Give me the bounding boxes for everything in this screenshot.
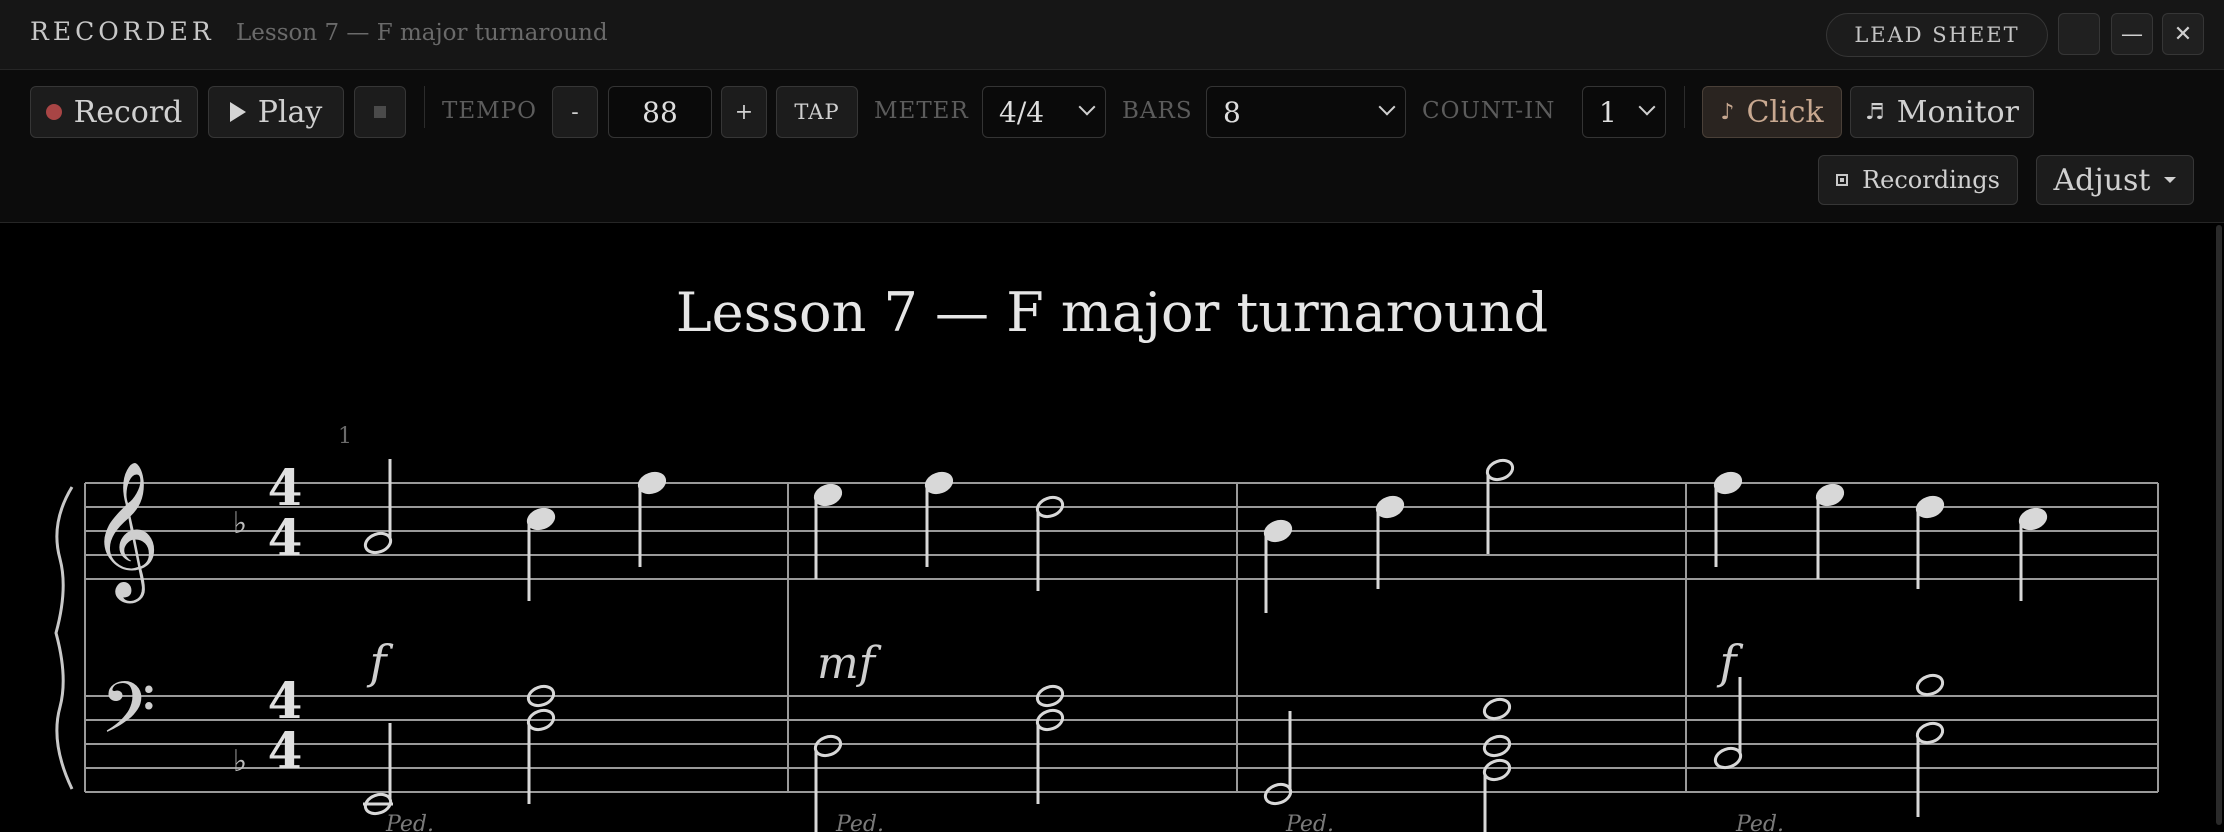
- pedal-marking: Ped.: [835, 812, 884, 832]
- chevron-down-icon: [1638, 98, 1656, 116]
- dynamic-marking: mf: [817, 638, 882, 689]
- toolbar: Record Play TEMPO - 88 + TAP METER 4/4 B…: [0, 70, 2224, 223]
- pedal-marking: Ped.: [385, 812, 434, 832]
- separator: [424, 86, 425, 128]
- monitor-toggle-button[interactable]: ♬ Monitor: [1850, 86, 2034, 138]
- time-signature-bottom-bass: 4: [268, 721, 303, 780]
- pedal-marking: Ped.: [1285, 812, 1334, 832]
- staff-lines: [85, 482, 2158, 793]
- play-icon: [229, 102, 246, 122]
- meter-select[interactable]: 4/4: [982, 86, 1106, 138]
- recordings-square-icon: [1836, 174, 1849, 186]
- score-canvas: 𝄞 𝄢 ♭ ♭ 4 4 4 4 1 f mf f Ped. Ped. Ped. …: [54, 424, 2159, 832]
- minimize-icon: —: [2121, 21, 2143, 47]
- play-button[interactable]: Play: [208, 86, 344, 138]
- metronome-note-icon: ♪: [1720, 99, 1735, 125]
- app-name: RECORDER: [30, 17, 215, 46]
- bars-value: 8: [1223, 95, 1241, 129]
- record-button[interactable]: Record: [30, 86, 198, 138]
- chevron-down-icon: [1378, 98, 1396, 116]
- treble-clef-icon: 𝄞: [90, 459, 160, 603]
- stop-button[interactable]: [354, 86, 406, 138]
- vertical-scrollbar[interactable]: [2216, 225, 2222, 825]
- count-in-label: COUNT-IN: [1422, 98, 1556, 124]
- key-signature-flat-bass: ♭: [233, 744, 247, 779]
- bass-clef-icon: 𝄢: [100, 667, 155, 767]
- tempo-label: TEMPO: [442, 98, 538, 124]
- click-toggle-button[interactable]: ♪ Click: [1702, 86, 1842, 138]
- click-label: Click: [1746, 94, 1824, 130]
- monitor-label: Monitor: [1896, 94, 2019, 130]
- bars-label: BARS: [1122, 98, 1193, 124]
- adjust-dropdown-button[interactable]: Adjust: [2036, 155, 2194, 205]
- meter-label: METER: [874, 98, 969, 124]
- caret-down-icon: [2164, 177, 2177, 183]
- barlines: [84, 483, 2159, 792]
- measure-number: 1: [338, 424, 352, 449]
- meter-value: 4/4: [999, 95, 1045, 129]
- record-dot-icon: [45, 104, 62, 120]
- document-name: Lesson 7 — F major turnaround: [236, 20, 608, 46]
- lead-sheet-button[interactable]: LEAD SHEET: [1826, 13, 2048, 57]
- tempo-input[interactable]: 88: [608, 86, 712, 138]
- grand-staff-brace: [54, 486, 74, 790]
- title-bar: RECORDER Lesson 7 — F major turnaround L…: [0, 0, 2224, 70]
- count-in-select[interactable]: 1: [1582, 86, 1666, 138]
- score-view: Lesson 7 — F major turnaround 𝄞 𝄢 ♭ ♭ 4 …: [0, 223, 2224, 832]
- time-signature-bottom-treble: 4: [268, 508, 303, 567]
- recordings-button[interactable]: Recordings: [1818, 155, 2018, 205]
- bars-select[interactable]: 8: [1206, 86, 1406, 138]
- separator: [1684, 86, 1685, 128]
- tempo-decrease-button[interactable]: -: [552, 86, 598, 138]
- treble-notes: [363, 458, 2048, 613]
- minimize-button[interactable]: —: [2111, 13, 2153, 55]
- record-label: Record: [73, 94, 183, 130]
- pedal-marking: Ped.: [1735, 812, 1784, 832]
- tempo-increase-button[interactable]: +: [721, 86, 767, 138]
- play-label: Play: [257, 94, 323, 130]
- close-button[interactable]: ✕: [2162, 13, 2204, 55]
- headphones-note-icon: ♬: [1865, 99, 1885, 125]
- count-in-value: 1: [1599, 95, 1617, 129]
- chevron-down-icon: [1078, 98, 1096, 116]
- recordings-label: Recordings: [1862, 166, 2000, 194]
- window-blank-button[interactable]: [2058, 13, 2100, 55]
- dynamic-marking: f: [366, 635, 393, 689]
- key-signature-flat-treble: ♭: [233, 506, 247, 541]
- stop-icon: [374, 106, 386, 118]
- close-icon: ✕: [2173, 21, 2193, 47]
- tap-tempo-button[interactable]: TAP: [776, 86, 858, 138]
- adjust-label: Adjust: [2053, 162, 2151, 198]
